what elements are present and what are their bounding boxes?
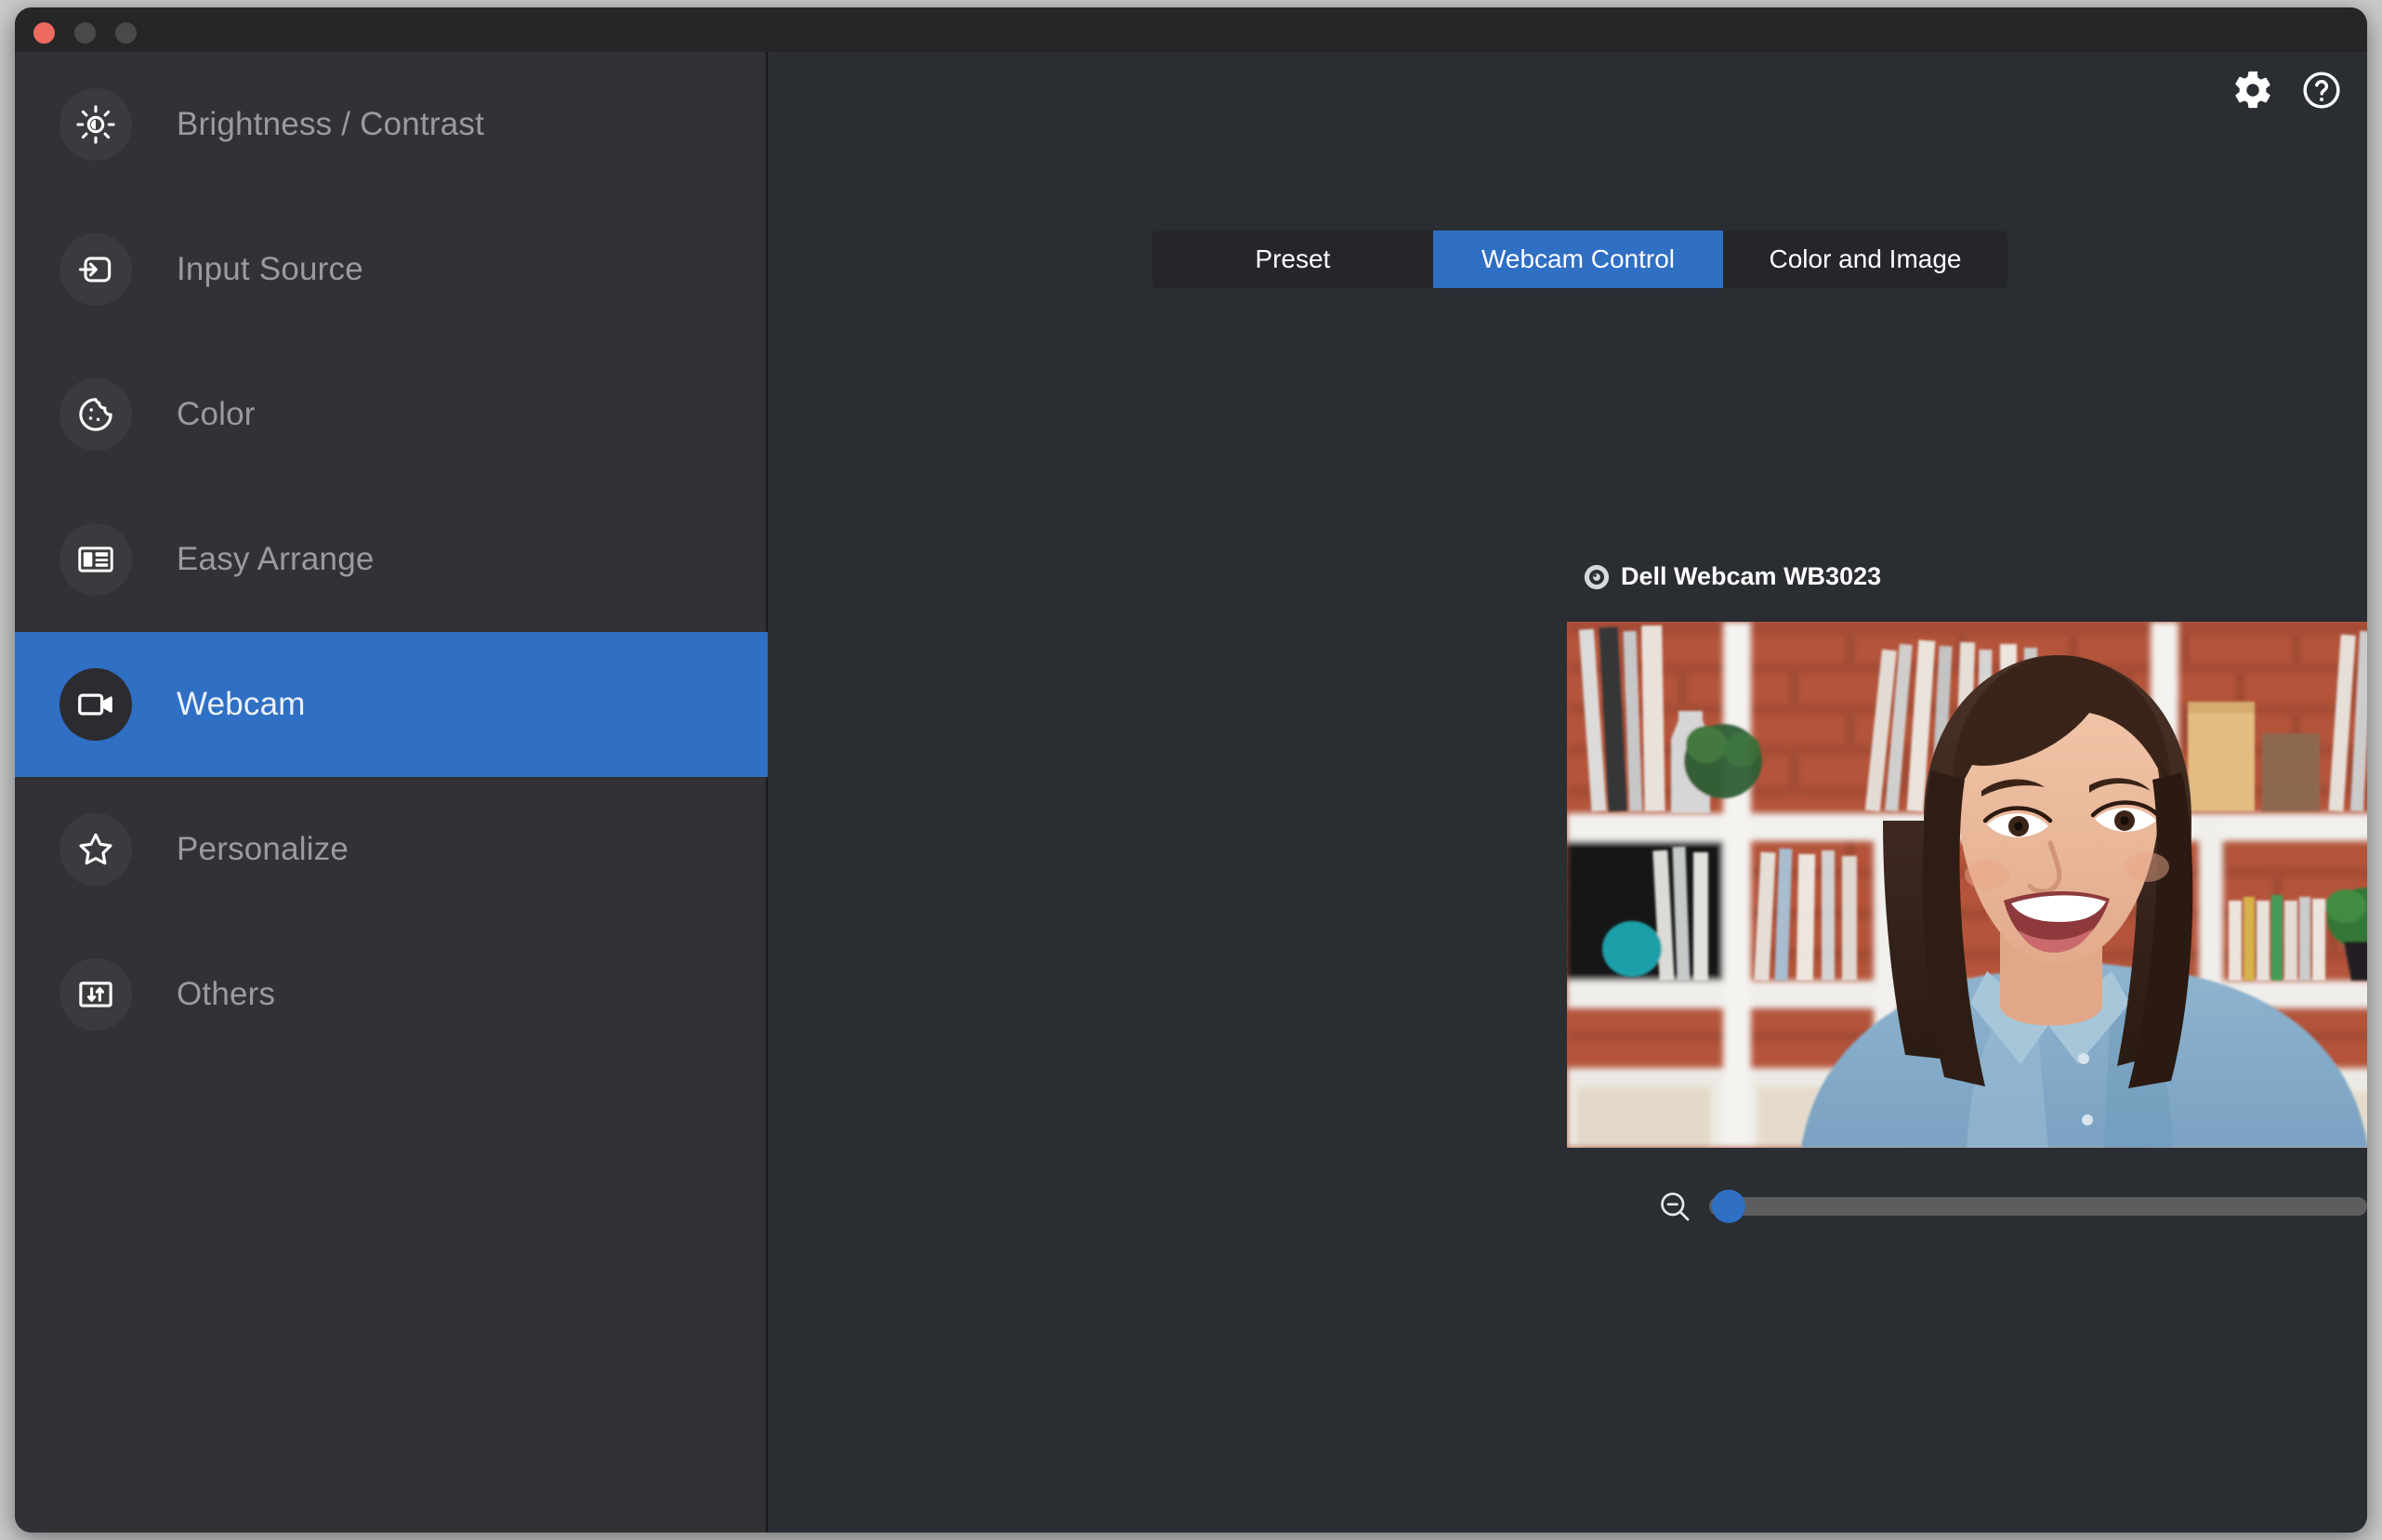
webcam-device-label: Dell Webcam WB3023 xyxy=(1583,562,1881,591)
maximize-button[interactable] xyxy=(115,22,137,44)
preview-zoom-track[interactable] xyxy=(1709,1190,2367,1223)
sidebar-item-personalize[interactable]: Personalize xyxy=(15,777,768,922)
sidebar-item-easy-arrange[interactable]: Easy Arrange xyxy=(15,487,768,632)
sidebar-item-color[interactable]: Color xyxy=(15,342,768,487)
minimize-button[interactable] xyxy=(74,22,96,44)
app-window: Brightness / Contrast Input Source Color… xyxy=(15,7,2367,1533)
easy-arrange-icon xyxy=(59,523,132,596)
gear-icon[interactable] xyxy=(2231,69,2274,112)
sidebar-item-label: Personalize xyxy=(177,831,349,867)
sidebar-item-input-source[interactable]: Input Source xyxy=(15,197,768,342)
webcam-device-name: Dell Webcam WB3023 xyxy=(1621,562,1882,590)
camera-lens-icon xyxy=(1584,564,1610,589)
help-circle-icon[interactable] xyxy=(2300,69,2343,112)
main-content: Preset Webcam Control Color and Image De… xyxy=(770,52,2367,1533)
color-palette-icon xyxy=(59,378,132,451)
input-source-icon xyxy=(59,233,132,306)
tab-preset[interactable]: Preset xyxy=(1152,230,1433,288)
close-button[interactable] xyxy=(33,22,55,44)
sidebar-item-label: Easy Arrange xyxy=(177,541,375,577)
tab-webcam-control[interactable]: Webcam Control xyxy=(1433,230,1723,288)
webcam-icon xyxy=(59,668,132,741)
star-icon xyxy=(59,813,132,886)
sidebar-item-label: Input Source xyxy=(177,251,363,287)
sidebar-item-label: Others xyxy=(177,976,276,1012)
sidebar-item-brightness-contrast[interactable]: Brightness / Contrast xyxy=(15,52,768,197)
others-icon xyxy=(59,958,132,1031)
sidebar: Brightness / Contrast Input Source Color… xyxy=(15,52,768,1533)
traffic-lights xyxy=(33,22,137,44)
brightness-icon xyxy=(59,88,132,161)
sidebar-item-label: Webcam xyxy=(177,686,306,722)
magnifier-minus-icon[interactable] xyxy=(1657,1189,1692,1224)
window-titlebar xyxy=(15,7,2367,52)
preview-zoom-slider-row xyxy=(1657,1178,2367,1234)
sidebar-item-label: Color xyxy=(177,396,256,432)
webcam-preview-image xyxy=(1567,622,2367,1148)
header-actions xyxy=(2231,69,2343,112)
webcam-preview[interactable] xyxy=(1567,622,2367,1148)
preview-zoom-thumb[interactable] xyxy=(1712,1190,1746,1223)
sidebar-item-label: Brightness / Contrast xyxy=(177,106,485,142)
sidebar-item-others[interactable]: Others xyxy=(15,922,768,1067)
tab-color-and-image[interactable]: Color and Image xyxy=(1723,230,2007,288)
tab-bar: Preset Webcam Control Color and Image xyxy=(1152,230,2007,288)
sidebar-item-webcam[interactable]: Webcam xyxy=(15,632,768,777)
